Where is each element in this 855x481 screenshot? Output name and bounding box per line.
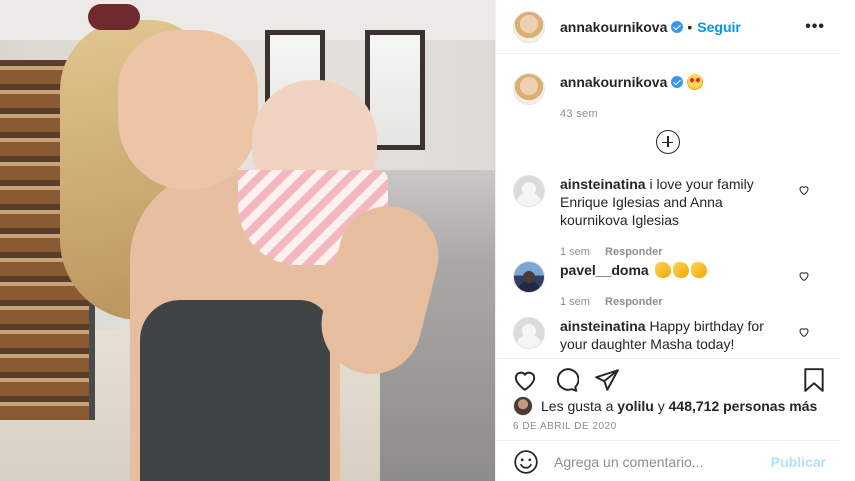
reply-button[interactable]: Responder bbox=[605, 296, 662, 308]
photo-woman-face bbox=[118, 30, 258, 190]
comment-like-heart-icon[interactable] bbox=[798, 184, 810, 196]
add-comment-bar: Publicar bbox=[496, 440, 839, 481]
comment-username[interactable]: pavel__doma bbox=[560, 262, 649, 278]
comment-item: pavel__doma 1 sem Responder bbox=[513, 261, 828, 311]
follow-button[interactable]: Seguir bbox=[697, 19, 741, 35]
heart-icon[interactable] bbox=[512, 367, 538, 393]
publish-button[interactable]: Publicar bbox=[771, 454, 826, 470]
post-header: annakournikova • Seguir ••• bbox=[496, 0, 839, 54]
post-side-panel: annakournikova • Seguir ••• annakourniko… bbox=[495, 0, 839, 481]
comment-icon[interactable] bbox=[553, 367, 579, 393]
caption-time[interactable]: 43 sem bbox=[560, 105, 703, 123]
verified-badge-icon bbox=[671, 76, 684, 88]
comment-time[interactable]: 1 sem bbox=[560, 296, 590, 308]
author-avatar[interactable] bbox=[513, 10, 545, 43]
load-more-comments-icon[interactable] bbox=[656, 130, 680, 154]
commenter-avatar[interactable] bbox=[513, 317, 545, 349]
comment-time[interactable]: 1 sem bbox=[560, 246, 590, 258]
commenter-avatar[interactable] bbox=[513, 175, 545, 207]
header-separator: • bbox=[687, 18, 693, 35]
commenter-avatar[interactable] bbox=[513, 261, 545, 293]
emoji-icon[interactable] bbox=[513, 449, 539, 475]
caption-avatar[interactable] bbox=[513, 73, 545, 105]
bookmark-icon[interactable] bbox=[801, 367, 827, 393]
liker-avatar[interactable] bbox=[513, 396, 533, 416]
comment-username[interactable]: ainsteinatina bbox=[560, 176, 646, 192]
comment-like-heart-icon[interactable] bbox=[798, 270, 810, 282]
likes-prefix: Les gusta a bbox=[541, 398, 614, 414]
share-icon[interactable] bbox=[594, 367, 620, 393]
comment-like-heart-icon[interactable] bbox=[798, 326, 810, 338]
likes-summary[interactable]: Les gusta a yolilu y 448,712 personas má… bbox=[513, 396, 817, 416]
comment-username[interactable]: ainsteinatina bbox=[560, 318, 646, 334]
author-username[interactable]: annakournikova bbox=[560, 19, 667, 35]
comments-section[interactable]: annakournikova 43 sem ainsteinatina i lo… bbox=[496, 55, 839, 358]
post-date[interactable]: 6 DE ABRIL DE 2020 bbox=[513, 421, 617, 432]
liker-username[interactable]: yolilu bbox=[617, 398, 654, 414]
clapping-hands-emoji-icon bbox=[690, 262, 707, 278]
add-comment-input[interactable] bbox=[554, 453, 754, 470]
clapping-hands-emoji-icon bbox=[672, 262, 689, 278]
comment-item: ainsteinatina Happy birthday for your da… bbox=[513, 317, 828, 353]
likes-joiner: y bbox=[657, 398, 665, 414]
photo-scrunchie bbox=[88, 4, 140, 30]
post-actions: Les gusta a yolilu y 448,712 personas má… bbox=[496, 358, 839, 481]
photo-woman-top bbox=[140, 300, 330, 481]
likes-count[interactable]: 448,712 personas más bbox=[669, 398, 818, 414]
reply-button[interactable]: Responder bbox=[605, 246, 662, 258]
post-photo[interactable] bbox=[0, 0, 495, 481]
clapping-hands-emoji-icon bbox=[654, 262, 671, 278]
comment-item: ainsteinatina i love your family Enrique… bbox=[513, 175, 828, 261]
heart-eyes-emoji-icon bbox=[687, 74, 704, 90]
caption-username[interactable]: annakournikova bbox=[560, 74, 667, 90]
more-options-icon[interactable]: ••• bbox=[805, 18, 825, 36]
post-caption: annakournikova 43 sem bbox=[513, 73, 704, 123]
verified-badge-icon bbox=[671, 20, 684, 33]
